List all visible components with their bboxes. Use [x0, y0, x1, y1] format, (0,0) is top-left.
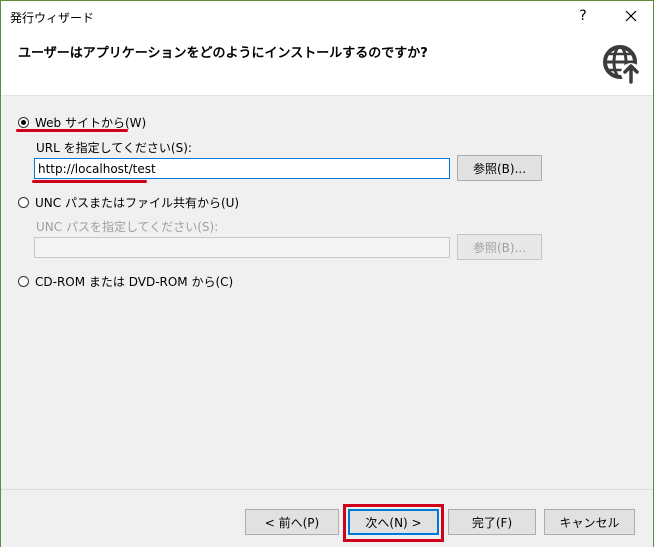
annotation-underline-web [16, 129, 128, 132]
unc-path-label: UNC パスを指定してください(S): [36, 220, 219, 234]
url-label: URL を指定してください(S): [36, 141, 192, 155]
globe-arrow-icon [603, 45, 641, 84]
help-button[interactable]: ? [571, 4, 595, 28]
back-button[interactable]: < 前へ(P) [245, 509, 339, 535]
close-icon [625, 10, 637, 22]
page-question: ユーザーはアプリケーションをどのようにインストールするのですか? [18, 46, 428, 61]
publish-wizard-window: 発行ウィザード ? ユーザーはアプリケーションをどのようにインストールするのです… [0, 0, 654, 547]
unc-radio-label: UNC パスまたはファイル共有から(U) [35, 196, 240, 210]
web-site-radio-indicator[interactable] [18, 117, 29, 128]
cdrom-radio-label: CD-ROM または DVD-ROM から(C) [35, 275, 234, 289]
finish-button[interactable]: 完了(F) [448, 509, 536, 535]
wizard-header: ユーザーはアプリケーションをどのようにインストールするのですか? [1, 31, 653, 96]
annotation-highlight-next [343, 504, 444, 542]
browse-unc-button[interactable]: 参照(B)... [457, 234, 542, 260]
wizard-footer: < 前へ(P) 次へ(N) > 完了(F) キャンセル [1, 489, 653, 547]
options-panel: Web サイトから(W) URL を指定してください(S): 参照(B)... … [1, 96, 653, 488]
cdrom-radio[interactable]: CD-ROM または DVD-ROM から(C) [18, 273, 233, 290]
window-title: 発行ウィザード [10, 11, 95, 25]
close-button[interactable] [619, 4, 643, 28]
unc-radio-indicator[interactable] [18, 197, 29, 208]
url-input[interactable] [34, 158, 450, 179]
cancel-button[interactable]: キャンセル [544, 509, 635, 535]
cdrom-radio-indicator[interactable] [18, 276, 29, 287]
annotation-underline-url [32, 180, 147, 183]
browse-url-button[interactable]: 参照(B)... [457, 155, 542, 181]
title-bar: 発行ウィザード ? [1, 1, 653, 31]
unc-radio[interactable]: UNC パスまたはファイル共有から(U) [18, 194, 239, 211]
unc-path-input[interactable] [34, 237, 450, 258]
